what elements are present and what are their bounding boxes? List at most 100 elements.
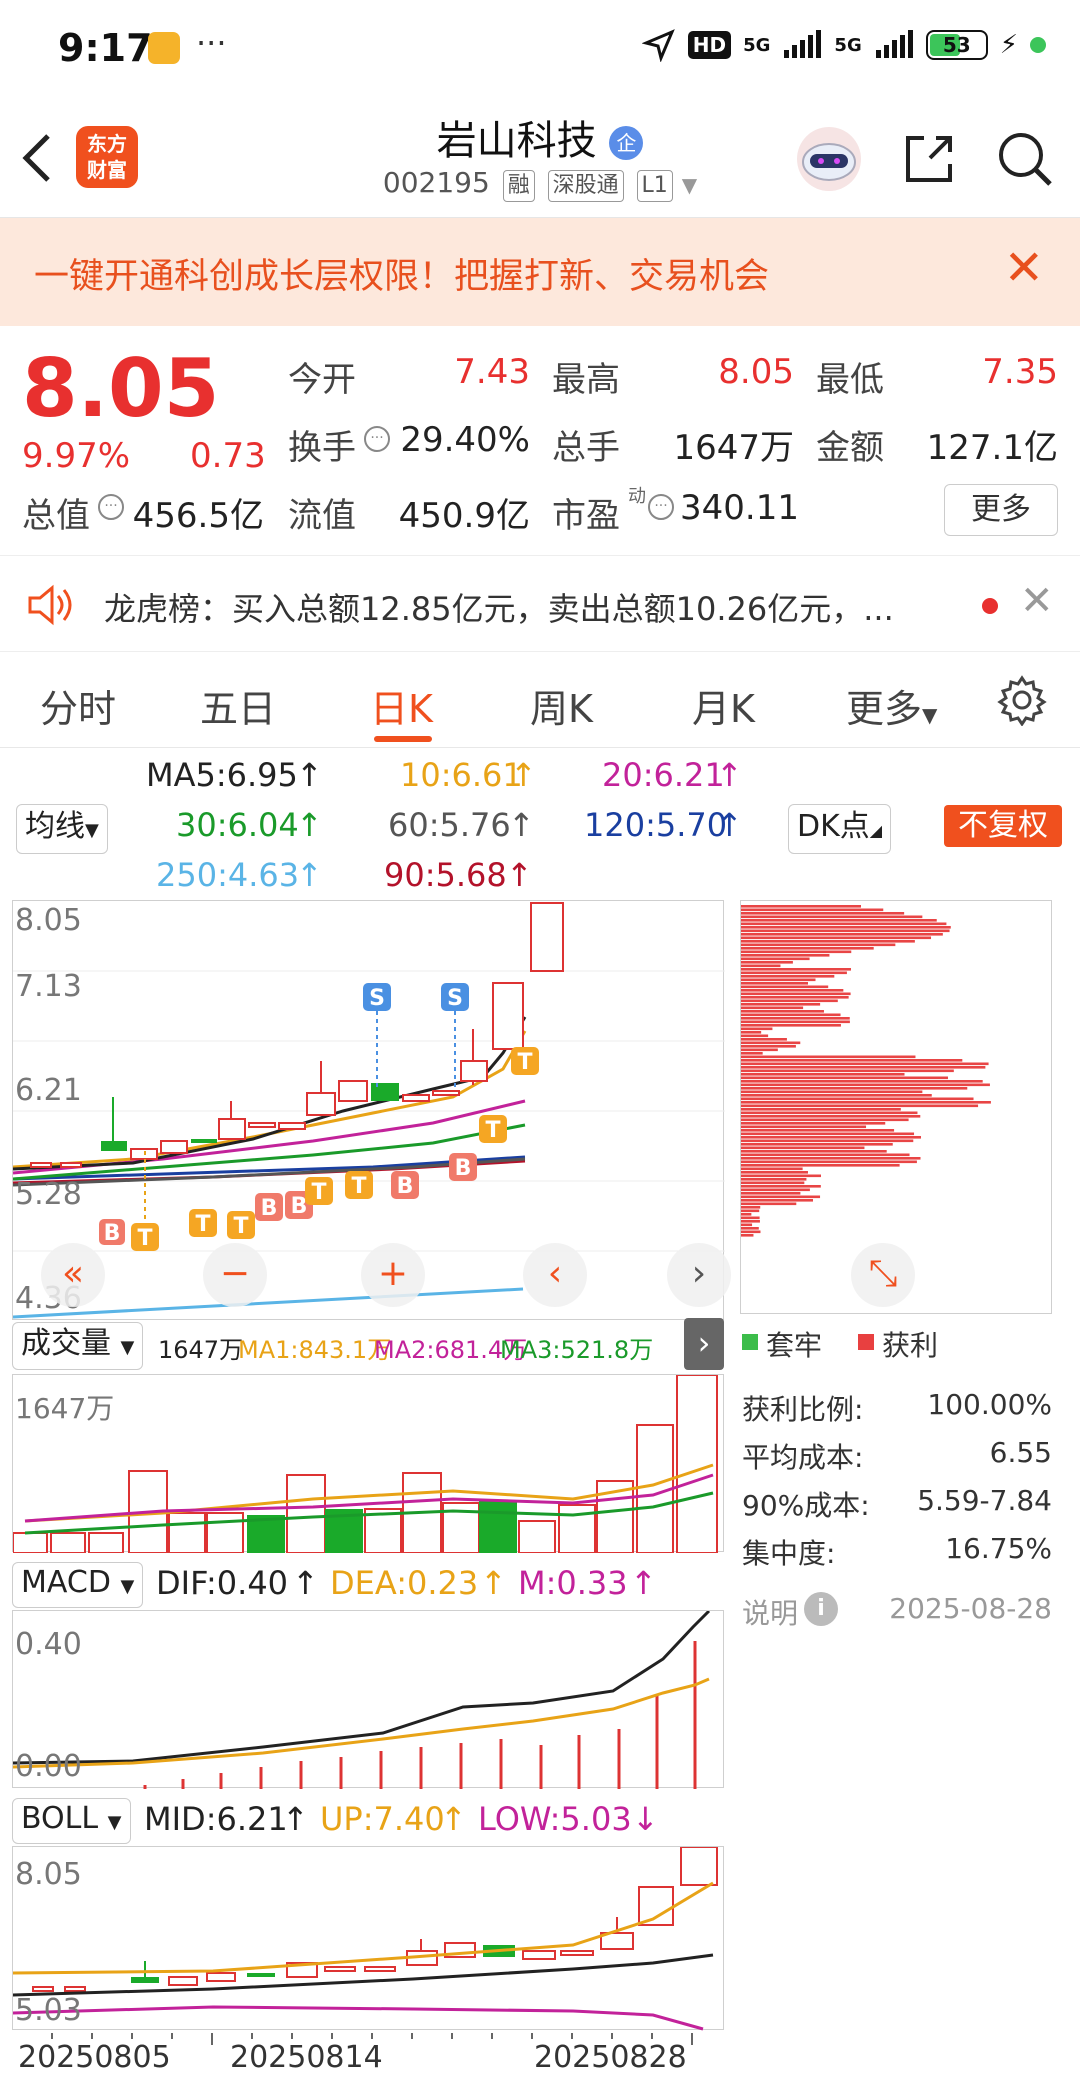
chip-bar — [741, 999, 838, 1003]
info-icon[interactable]: ··· — [648, 494, 674, 520]
candle — [160, 1140, 188, 1154]
candle — [338, 1080, 368, 1102]
chevron-down-icon[interactable]: ▼ — [682, 173, 697, 197]
chip-bar — [741, 1010, 824, 1013]
chip-bar — [741, 1104, 979, 1108]
chip-bar — [741, 1048, 778, 1052]
chip-bar — [741, 1185, 821, 1188]
chip-bar — [741, 1167, 803, 1171]
chip-bar — [741, 971, 847, 975]
tab-more[interactable]: 更多▼ — [846, 678, 937, 733]
robot-avatar[interactable] — [794, 124, 864, 194]
macd-dea-legend: DEA:0.23 — [330, 1564, 479, 1602]
dk-point-selector[interactable]: DK点◢ — [788, 804, 892, 854]
chip-bar — [741, 908, 884, 912]
more-notifications-icon: ··· — [196, 24, 227, 62]
zoom-out-button[interactable]: − — [203, 1243, 267, 1307]
close-icon[interactable]: ✕ — [1020, 578, 1054, 624]
ma-selector[interactable]: 均线▼ — [16, 804, 108, 854]
stock-code: 002195 — [382, 166, 490, 199]
search-button[interactable] — [990, 124, 1060, 194]
gear-icon[interactable] — [996, 674, 1048, 726]
chip-bar — [741, 1003, 821, 1006]
share-button[interactable] — [894, 124, 964, 194]
caret-down-icon: ▼ — [107, 1812, 122, 1833]
tab-five-day[interactable]: 五日 — [200, 678, 276, 733]
scroll-fast-left-button[interactable]: « — [41, 1243, 105, 1307]
chip-bar — [741, 961, 793, 964]
info-icon[interactable]: i — [804, 1592, 838, 1626]
boll-selector[interactable]: BOLL ▼ — [12, 1798, 131, 1844]
chip-bar — [741, 919, 937, 922]
info-icon[interactable]: ··· — [98, 494, 124, 520]
search-icon — [999, 133, 1052, 186]
expand-right-button[interactable]: › — [684, 1318, 724, 1370]
dragon-tiger-text[interactable]: 龙虎榜：买入总额12.85亿元，卖出总额10.26亿元，... — [104, 584, 964, 630]
up-arrow-icon: ↑ — [480, 1564, 507, 1602]
promo-text[interactable]: 一键开通科创成长层权限！把握打新、交易机会 — [34, 248, 769, 299]
dragon-tiger-notice[interactable]: 龙虎榜：买入总额12.85亿元，卖出总额10.26亿元，... ✕ — [0, 556, 1080, 652]
kline-panel[interactable]: B T T T B B T T S B S B T T 8.05 7.13 6.… — [12, 900, 731, 1320]
ma250-legend: 250:4.63 — [156, 856, 300, 894]
signal-s-text: S — [447, 986, 463, 1011]
kline-tick-2: 7.13 — [15, 969, 82, 1004]
info-icon[interactable]: ··· — [364, 426, 390, 452]
more-quote-button[interactable]: 更多 — [944, 484, 1058, 536]
tab-weekly-k[interactable]: 周K — [530, 678, 593, 733]
adjust-mode-button[interactable]: 不复权 — [944, 805, 1062, 847]
chip-bar — [741, 1111, 918, 1115]
volume-bar — [88, 1532, 124, 1554]
signal-b-text: B — [291, 1194, 308, 1219]
tab-daily-k[interactable]: 日K — [370, 678, 433, 733]
macd-m-legend: M:0.33 — [518, 1564, 628, 1602]
scroll-right-button[interactable]: › — [667, 1243, 731, 1307]
chip-bar — [741, 957, 810, 961]
boll-panel[interactable]: 8.05 5.03 — [12, 1846, 724, 2031]
chip-bar — [741, 1017, 850, 1020]
volume-selector[interactable]: 成交量 ▼ — [12, 1322, 144, 1370]
volume-bar — [286, 1474, 326, 1554]
tag-level: L1 — [636, 170, 673, 202]
up-arrow-icon: ↑ — [716, 756, 743, 794]
macd-selector[interactable]: MACD ▼ — [12, 1562, 144, 1608]
promo-banner[interactable]: 一键开通科创成长层权限！把握打新、交易机会 ✕ — [0, 218, 1080, 326]
chip-bar — [741, 1125, 867, 1129]
chip-note-label[interactable]: 说明 — [742, 1592, 798, 1632]
tag-connect: 深股通 — [547, 170, 624, 202]
boll-mid-legend: MID:6.21 — [144, 1800, 288, 1838]
volume-panel[interactable]: 1647万 — [12, 1374, 724, 1554]
chip-distribution-panel[interactable]: ⤡ — [740, 900, 1052, 1314]
total-value-label: 总值 — [22, 496, 90, 536]
speaker-icon — [28, 584, 72, 626]
signal-b-text: B — [104, 1221, 121, 1246]
battery-icon: 53 — [925, 30, 988, 60]
tab-monthly-k[interactable]: 月K — [692, 678, 755, 733]
chip-bar — [741, 1195, 821, 1199]
chip-bar — [741, 1062, 989, 1066]
chip-bar — [741, 1160, 917, 1164]
up-arrow-icon: ↑ — [296, 856, 323, 894]
volume-bar — [50, 1532, 86, 1554]
macd-panel[interactable]: 0.40 0.00 — [12, 1609, 724, 1789]
cost90-value: 5.59-7.84 — [917, 1484, 1052, 1517]
macd-chart — [12, 1609, 711, 1789]
candle — [247, 1973, 275, 1977]
boll-chart — [12, 1846, 718, 2031]
chip-bar — [741, 1052, 763, 1055]
scroll-left-button[interactable]: ‹ — [523, 1243, 587, 1307]
volume-bar — [518, 1520, 556, 1554]
stock-name: 岩山科技 — [436, 118, 597, 164]
signal-bars-icon — [784, 30, 822, 58]
zoom-in-button[interactable]: + — [361, 1243, 425, 1307]
candle — [530, 902, 564, 972]
hd-icon: HD — [687, 31, 732, 59]
tab-intraday[interactable]: 分时 — [40, 678, 116, 733]
chip-bar — [741, 1069, 954, 1073]
expand-icon[interactable]: ⤡ — [851, 1243, 915, 1307]
close-icon[interactable]: ✕ — [1004, 240, 1044, 296]
chip-bar — [741, 936, 932, 940]
boll-up-line — [12, 1881, 714, 1975]
signal-t-text: T — [311, 1180, 326, 1205]
chip-bar — [741, 1227, 759, 1230]
chip-bar — [741, 929, 950, 933]
